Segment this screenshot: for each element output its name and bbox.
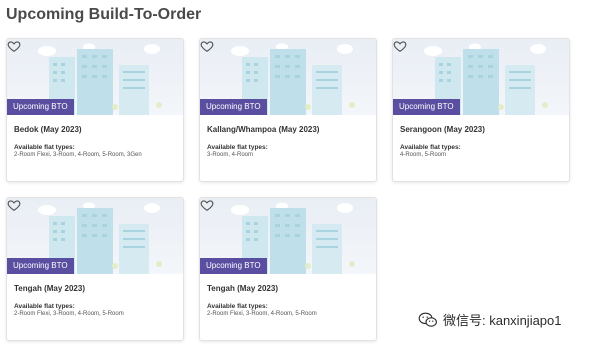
flat-types-label: Available flat types: — [400, 144, 461, 151]
upcoming-bto-tag: Upcoming BTO — [200, 99, 267, 115]
bto-card-bedok[interactable]: Upcoming BTO Bedok (May 2023) Available … — [6, 38, 184, 182]
bto-card-tengah-1[interactable]: Upcoming BTO Tengah (May 2023) Available… — [6, 197, 184, 341]
watermark-text: 微信号: kanxinjiapo1 — [443, 313, 562, 328]
heart-outline-icon[interactable] — [393, 39, 407, 53]
flat-types-label: Available flat types: — [207, 144, 268, 151]
card-title[interactable]: Tengah (May 2023) — [14, 284, 179, 293]
upcoming-bto-tag: Upcoming BTO — [393, 99, 460, 115]
card-illustration: Upcoming BTO — [393, 39, 569, 115]
card-title[interactable]: Bedok (May 2023) — [14, 125, 179, 134]
heart-outline-icon[interactable] — [7, 39, 21, 53]
card-title[interactable]: Tengah (May 2023) — [207, 284, 372, 293]
card-title[interactable]: Serangoon (May 2023) — [400, 125, 565, 134]
heart-outline-icon[interactable] — [200, 198, 214, 212]
upcoming-bto-tag: Upcoming BTO — [7, 99, 74, 115]
card-illustration: Upcoming BTO — [200, 198, 376, 274]
flat-types-value: 2-Room Flexi, 3-Room, 4-Room, 5-Room — [14, 311, 124, 317]
bto-card-serangoon[interactable]: Upcoming BTO Serangoon (May 2023) Availa… — [392, 38, 570, 182]
bto-card-tengah-2[interactable]: Upcoming BTO Tengah (May 2023) Available… — [199, 197, 377, 341]
upcoming-bto-tag: Upcoming BTO — [7, 258, 74, 274]
flat-types-label: Available flat types: — [207, 303, 268, 310]
flat-types-value: 2-Room Flexi, 3-Room, 4-Room, 5-Room — [207, 311, 317, 317]
wechat-watermark: 微信号: kanxinjiapo1 — [418, 310, 562, 329]
heart-outline-icon[interactable] — [7, 198, 21, 212]
card-illustration: Upcoming BTO — [200, 39, 376, 115]
flat-types-value: 2-Room Flexi, 3-Room, 4-Room, 5-Room, 3G… — [14, 152, 142, 158]
card-title[interactable]: Kallang/Whampoa (May 2023) — [207, 125, 372, 134]
flat-types-label: Available flat types: — [14, 144, 75, 151]
card-illustration: Upcoming BTO — [7, 39, 183, 115]
heart-outline-icon[interactable] — [200, 39, 214, 53]
page-title: Upcoming Build-To-Order — [6, 6, 202, 23]
flat-types-value: 3-Room, 4-Room — [207, 152, 254, 158]
bto-card-kallang-whampoa[interactable]: Upcoming BTO Kallang/Whampoa (May 2023) … — [199, 38, 377, 182]
wechat-icon — [418, 312, 437, 327]
flat-types-label: Available flat types: — [14, 303, 75, 310]
flat-types-value: 4-Room, 5-Room — [400, 152, 447, 158]
upcoming-bto-tag: Upcoming BTO — [200, 258, 267, 274]
card-illustration: Upcoming BTO — [7, 198, 183, 274]
